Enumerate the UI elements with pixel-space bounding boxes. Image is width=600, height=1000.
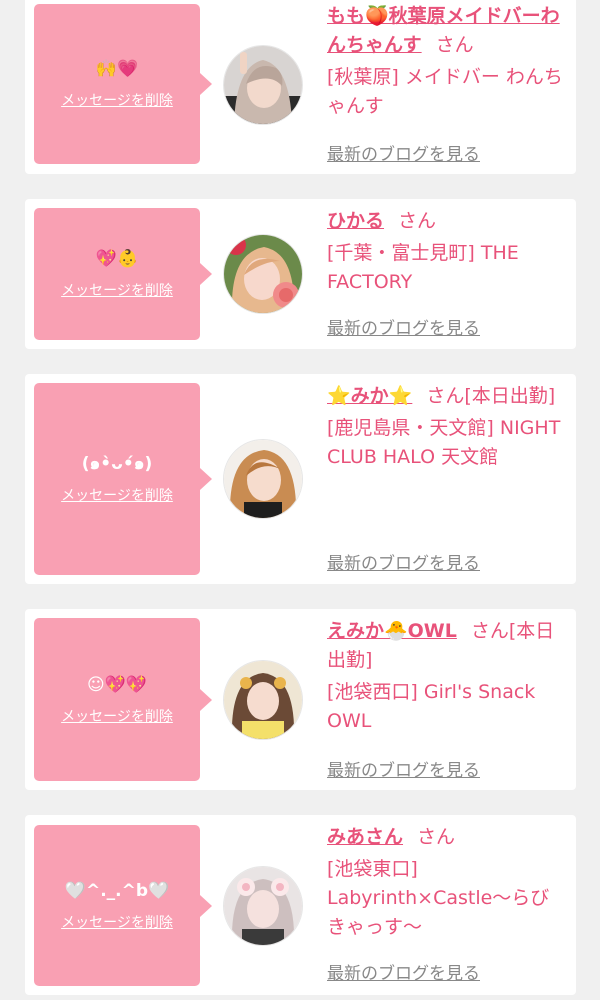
latest-blog-link[interactable]: 最新のブログを見る — [327, 756, 480, 781]
message-bubble: ☺💖💖 メッセージを削除 — [34, 618, 212, 781]
latest-blog-link[interactable]: 最新のブログを見る — [327, 549, 480, 574]
user-photo-icon — [224, 661, 302, 739]
cast-name-link[interactable]: えみか🐣OWL — [327, 620, 457, 642]
delete-message-link[interactable]: メッセージを削除 — [61, 708, 173, 726]
shop-name: [池袋西口] Girl's Snack OWL — [327, 681, 536, 732]
message-card: 💖👶 メッセージを削除 ひかる さん [千葉・富士見町] THE FACTORY … — [25, 199, 576, 349]
latest-blog-link[interactable]: 最新のブログを見る — [327, 140, 480, 165]
message-bubble: 🤍^._.^b🤍 メッセージを削除 — [34, 825, 212, 986]
avatar[interactable] — [224, 867, 302, 945]
delete-message-link[interactable]: メッセージを削除 — [61, 92, 173, 110]
user-photo-icon — [224, 235, 302, 313]
delete-message-link[interactable]: メッセージを削除 — [61, 914, 173, 932]
message-bubble: 🙌💗 メッセージを削除 — [34, 4, 212, 164]
latest-blog-link[interactable]: 最新のブログを見る — [327, 959, 480, 984]
user-photo-icon — [224, 440, 302, 518]
honorific: さん — [417, 826, 456, 848]
message-card: 🤍^._.^b🤍 メッセージを削除 みあさん さん [池袋東口] Labyrint… — [25, 815, 576, 995]
cast-info: ⭐みか⭐ さん[本日出勤] [鹿児島県・天文館] NIGHT CLUB HALO … — [327, 382, 563, 472]
user-photo-icon — [224, 46, 302, 124]
message-card: 🙌💗 メッセージを削除 もも🍑秋葉原メイドバーわんちゃんす さん [秋葉原] メイ… — [25, 0, 576, 174]
honorific: さん[本日出勤] — [426, 385, 556, 407]
cast-info: もも🍑秋葉原メイドバーわんちゃんす さん [秋葉原] メイドバー わんちゃんす — [327, 2, 563, 121]
delete-message-link[interactable]: メッセージを削除 — [61, 487, 173, 505]
user-photo-icon — [224, 867, 302, 945]
cast-info: みあさん さん [池袋東口] Labyrinth×Castle〜らびきゃっす〜 — [327, 823, 563, 942]
message-text: (๑•̀ᴗ•́๑) — [81, 454, 153, 474]
avatar[interactable] — [224, 235, 302, 313]
cast-info: ひかる さん [千葉・富士見町] THE FACTORY — [327, 207, 563, 297]
cast-name-link[interactable]: ひかる — [327, 210, 384, 232]
message-text: ☺💖💖 — [86, 674, 148, 695]
message-list: 🙌💗 メッセージを削除 もも🍑秋葉原メイドバーわんちゃんす さん [秋葉原] メイ… — [0, 0, 600, 1000]
shop-name: [千葉・富士見町] THE FACTORY — [327, 242, 519, 293]
message-text: 🙌💗 — [95, 59, 139, 79]
honorific: さん — [398, 210, 437, 232]
cast-name-link[interactable]: みあさん — [327, 826, 403, 848]
shop-name: [池袋東口] Labyrinth×Castle〜らびきゃっす〜 — [327, 858, 550, 938]
avatar[interactable] — [224, 661, 302, 739]
message-card: ☺💖💖 メッセージを削除 えみか🐣OWL さん[本日出勤] [池袋西口] Girl… — [25, 609, 576, 790]
cast-name-link[interactable]: ⭐みか⭐ — [327, 385, 412, 407]
shop-name: [秋葉原] メイドバー わんちゃんす — [327, 66, 563, 117]
message-text: 🤍^._.^b🤍 — [64, 880, 170, 901]
message-text: 💖👶 — [95, 249, 139, 269]
shop-name: [鹿児島県・天文館] NIGHT CLUB HALO 天文館 — [327, 417, 561, 468]
message-bubble: 💖👶 メッセージを削除 — [34, 208, 212, 340]
cast-info: えみか🐣OWL さん[本日出勤] [池袋西口] Girl's Snack OWL — [327, 617, 563, 736]
latest-blog-link[interactable]: 最新のブログを見る — [327, 314, 480, 339]
honorific: さん — [435, 34, 474, 56]
message-card: (๑•̀ᴗ•́๑) メッセージを削除 ⭐みか⭐ さん[本日出勤] [鹿児島県・天文… — [25, 374, 576, 584]
avatar[interactable] — [224, 440, 302, 518]
message-bubble: (๑•̀ᴗ•́๑) メッセージを削除 — [34, 383, 212, 575]
avatar[interactable] — [224, 46, 302, 124]
delete-message-link[interactable]: メッセージを削除 — [61, 282, 173, 300]
